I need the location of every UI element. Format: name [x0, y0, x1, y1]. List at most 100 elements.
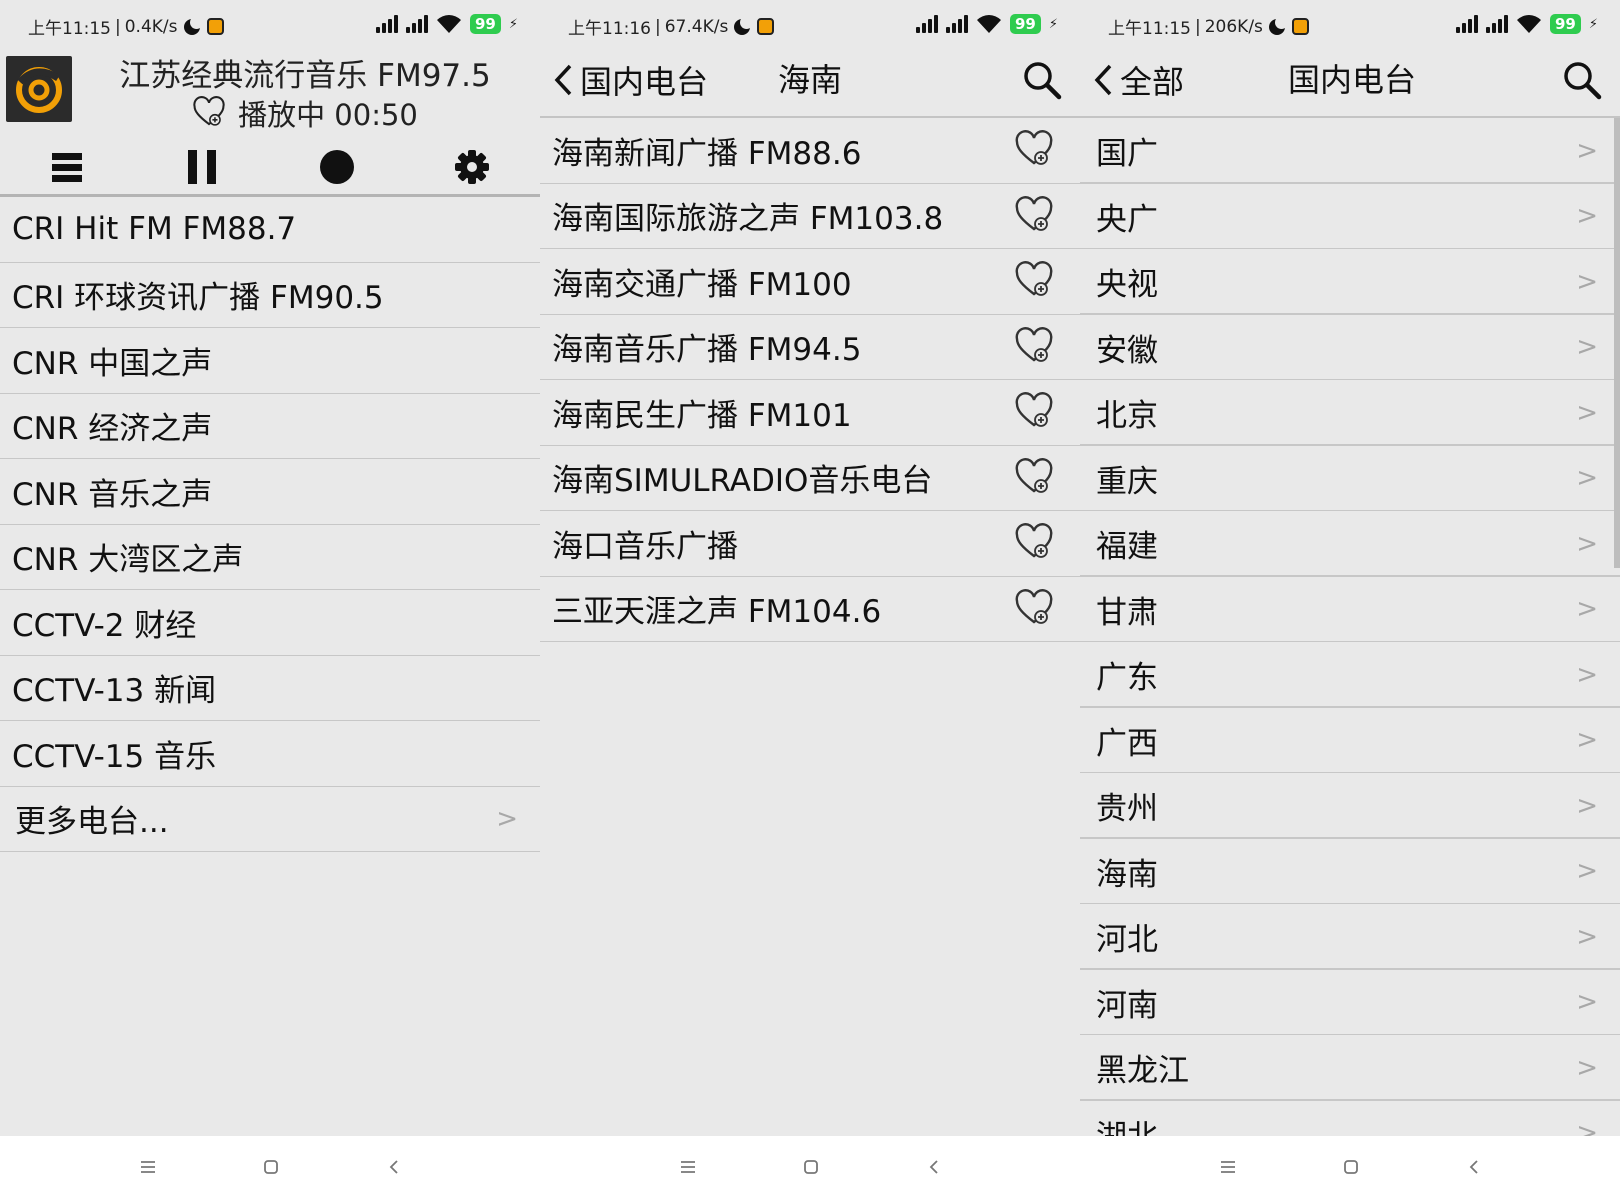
chevron-right-icon: >	[1576, 332, 1598, 363]
list-item[interactable]: CNR 中国之声	[0, 328, 540, 394]
menu-icon[interactable]	[42, 142, 92, 192]
battery-icon: 99	[1549, 14, 1581, 34]
signal-icon	[915, 15, 938, 33]
chevron-right-icon: >	[1576, 594, 1598, 625]
status-time: 上午11:15	[28, 19, 111, 39]
favorite-add-icon[interactable]	[192, 96, 226, 130]
chevron-right-icon: >	[1576, 725, 1598, 756]
more-stations-item[interactable]: 更多电台... >	[0, 787, 540, 852]
now-playing-title: 江苏经典流行音乐 FM97.5	[119, 58, 491, 94]
status-bar: 上午11:15 | 206K/s 99 ⚡	[1108, 14, 1598, 39]
scrollbar[interactable]	[1614, 118, 1620, 568]
moon-icon	[734, 15, 754, 35]
list-item[interactable]: 海南交通广播 FM100	[540, 249, 1080, 315]
battery-icon: 99	[1009, 14, 1041, 34]
back-icon[interactable]	[1459, 1152, 1489, 1182]
favorite-add-icon[interactable]	[1014, 392, 1054, 432]
app-notification-icon	[1291, 18, 1309, 35]
list-item[interactable]: 海南民生广播 FM101	[540, 380, 1080, 446]
network-speed: 206K/s	[1204, 16, 1263, 37]
signal-icon	[1485, 15, 1508, 33]
list-item[interactable]: 甘肃 >	[1080, 577, 1620, 643]
list-item[interactable]: 海南音乐广播 FM94.5	[540, 315, 1080, 380]
app-notification-icon	[206, 18, 224, 35]
list-item[interactable]: 央广 >	[1080, 184, 1620, 250]
list-item[interactable]: 三亚天涯之声 FM104.6	[540, 577, 1080, 642]
recent-apps-icon[interactable]	[133, 1152, 163, 1182]
signal-icon	[945, 15, 968, 33]
favorite-add-icon[interactable]	[1014, 130, 1054, 170]
charging-icon: ⚡	[1588, 16, 1598, 32]
system-nav-bar	[0, 1136, 540, 1200]
list-item[interactable]: 北京 >	[1080, 380, 1620, 446]
recent-apps-icon[interactable]	[673, 1152, 703, 1182]
chevron-right-icon: >	[1576, 201, 1598, 232]
list-item[interactable]: 国广 >	[1080, 118, 1620, 184]
page-title: 海南	[778, 61, 843, 99]
list-item[interactable]: CCTV-2 财经	[0, 590, 540, 656]
wifi-icon	[1516, 15, 1541, 33]
back-icon[interactable]	[919, 1152, 949, 1182]
list-item[interactable]: CRI 环球资讯广播 FM90.5	[0, 263, 540, 328]
list-item[interactable]: 河南 >	[1080, 970, 1620, 1036]
list-item[interactable]: 黑龙江 >	[1080, 1035, 1620, 1101]
signal-icon	[375, 15, 398, 33]
list-item[interactable]: CRI Hit FM FM88.7	[0, 197, 540, 263]
back-icon[interactable]	[379, 1152, 409, 1182]
now-playing-status: 播放中 00:50	[90, 92, 520, 134]
favorite-add-icon[interactable]	[1014, 588, 1054, 629]
list-item[interactable]: 广西 >	[1080, 708, 1620, 774]
gear-icon[interactable]	[447, 142, 497, 192]
record-icon[interactable]	[312, 142, 362, 192]
home-icon[interactable]	[796, 1152, 826, 1182]
list-item[interactable]: 重庆 >	[1080, 446, 1620, 512]
favorite-add-icon[interactable]	[1014, 457, 1054, 498]
list-item[interactable]: 央视 >	[1080, 249, 1620, 315]
list-item[interactable]: 贵州 >	[1080, 773, 1620, 839]
back-button[interactable]: 国内电台	[552, 56, 708, 104]
pause-icon[interactable]	[177, 142, 227, 192]
list-item[interactable]: CCTV-15 音乐	[0, 721, 540, 787]
search-icon[interactable]	[1560, 58, 1604, 102]
chevron-right-icon: >	[1576, 856, 1598, 887]
battery-icon: 99	[469, 14, 501, 34]
chevron-left-icon	[554, 64, 572, 96]
chevron-right-icon: >	[1576, 397, 1598, 428]
home-icon[interactable]	[1336, 1152, 1366, 1182]
list-item[interactable]: 福建 >	[1080, 511, 1620, 577]
list-item[interactable]: 安徽 >	[1080, 315, 1620, 381]
category-panel: 上午11:15 | 206K/s 99 ⚡ 全部 国内电台 国广 > 央广 > 央视…	[1080, 0, 1620, 1200]
status-bar: 上午11:15 | 0.4K/s 99 ⚡	[28, 14, 518, 39]
list-item[interactable]: CCTV-13 新闻	[0, 656, 540, 721]
chevron-right-icon: >	[1576, 463, 1598, 494]
list-item[interactable]: CNR 音乐之声	[0, 459, 540, 525]
chevron-left-icon	[1094, 64, 1112, 96]
back-button[interactable]: 全部	[1092, 56, 1184, 104]
chevron-right-icon: >	[1576, 266, 1598, 297]
list-item[interactable]: 河北 >	[1080, 904, 1620, 970]
list-item[interactable]: 海南 >	[1080, 839, 1620, 905]
chevron-right-icon: >	[1576, 921, 1598, 952]
list-item[interactable]: 海南新闻广播 FM88.6	[540, 118, 1080, 184]
player-toolbar	[0, 138, 540, 196]
list-item[interactable]: 海口音乐广播	[540, 511, 1080, 577]
favorite-add-icon[interactable]	[1014, 195, 1054, 236]
list-item[interactable]: CNR 大湾区之声	[0, 525, 540, 590]
list-item[interactable]: 海南国际旅游之声 FM103.8	[540, 184, 1080, 249]
charging-icon: ⚡	[508, 16, 518, 32]
province-stations-panel: 上午11:16 | 67.4K/s 99 ⚡ 国内电台 海南 海南新闻广播 FM…	[540, 0, 1080, 1200]
app-logo[interactable]	[6, 56, 72, 122]
favorite-add-icon[interactable]	[1014, 523, 1054, 563]
network-speed: 0.4K/s	[124, 16, 178, 37]
favorite-add-icon[interactable]	[1014, 261, 1054, 301]
favorite-add-icon[interactable]	[1014, 326, 1054, 367]
recent-apps-icon[interactable]	[1213, 1152, 1243, 1182]
search-icon[interactable]	[1020, 58, 1064, 102]
list-item[interactable]: 广东 >	[1080, 642, 1620, 708]
list-item[interactable]: CNR 经济之声	[0, 394, 540, 459]
station-list: CRI Hit FM FM88.7 CRI 环球资讯广播 FM90.5 CNR …	[0, 197, 540, 852]
list-item[interactable]: 海南SIMULRADIO音乐电台	[540, 446, 1080, 511]
home-icon[interactable]	[256, 1152, 286, 1182]
chevron-right-icon: >	[1576, 987, 1598, 1018]
wifi-icon	[976, 15, 1001, 33]
